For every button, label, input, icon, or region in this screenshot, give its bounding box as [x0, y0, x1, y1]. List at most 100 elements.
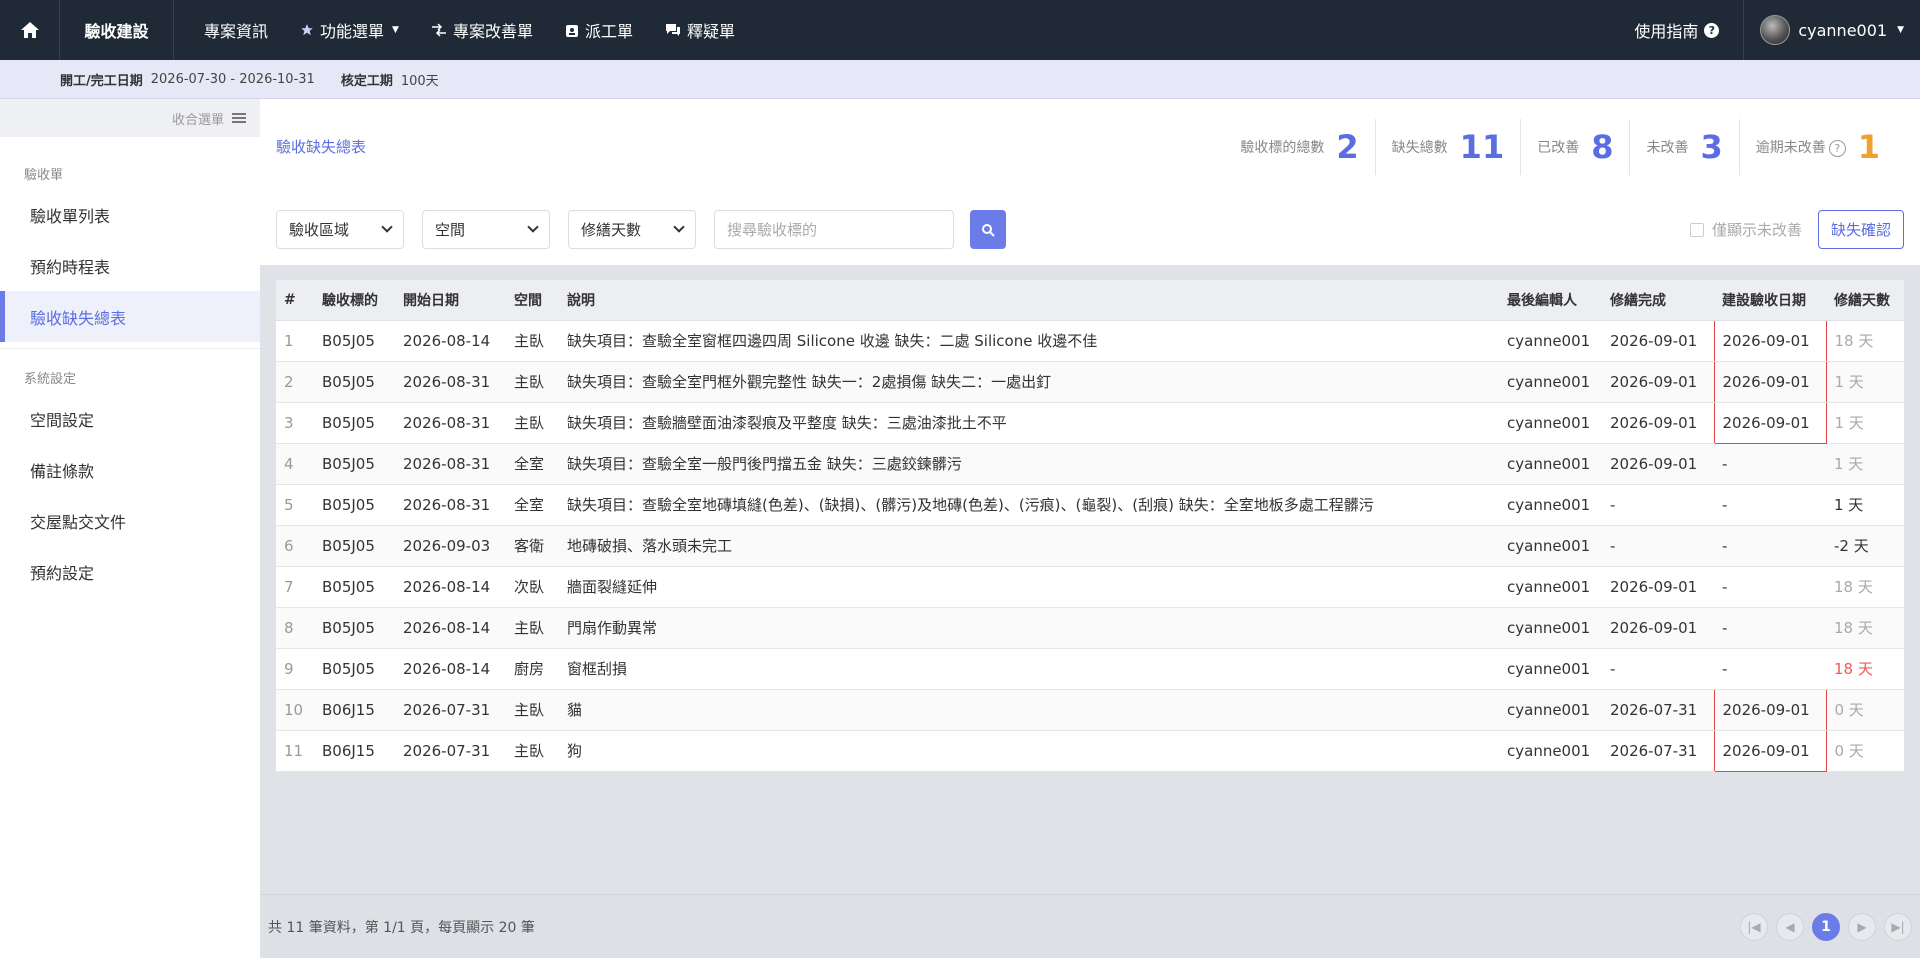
row-space: 次臥	[506, 566, 559, 608]
repair-days-select[interactable]: 修繕天數	[568, 210, 696, 249]
row-editor: cyanne001	[1499, 443, 1602, 485]
search-input[interactable]	[714, 210, 954, 249]
sidebar-item-defect-summary[interactable]: 驗收缺失總表	[0, 291, 260, 342]
nav-project-info[interactable]: 專案資訊	[188, 0, 284, 60]
row-index: 7	[276, 566, 314, 608]
sidebar-item-handover-docs[interactable]: 交屋點交文件	[0, 495, 260, 546]
row-target: B05J05	[314, 484, 395, 526]
col-start-date: 開始日期	[395, 280, 506, 321]
row-description: 貓	[559, 689, 1499, 731]
row-editor: cyanne001	[1499, 648, 1602, 690]
row-index: 5	[276, 484, 314, 526]
row-space: 廚房	[506, 648, 559, 690]
table-row[interactable]: 6 B05J05 2026-09-03 客衛 地磚破損、落水頭未完工 cyanne001-…	[276, 525, 1904, 567]
row-space: 主臥	[506, 320, 559, 362]
stat-label-text: 逾期未改善	[1755, 139, 1826, 156]
row-start-date: 2026-08-14	[395, 648, 506, 690]
nav-clarification[interactable]: 釋疑單	[649, 0, 751, 60]
row-description: 缺失項目：查驗全室一般門後門擋五金 缺失：三處鉸鍊髒污	[559, 443, 1499, 485]
star-icon	[301, 24, 313, 36]
row-space: 客衛	[506, 525, 559, 567]
first-page-button[interactable]: |◀	[1740, 912, 1768, 941]
stat-value: 1	[1857, 127, 1880, 166]
caret-down-icon: ▼	[1897, 25, 1904, 35]
user-menu[interactable]: cyanne001 ▼	[1744, 15, 1904, 45]
row-repair-days: 0 天	[1826, 689, 1904, 731]
table-row[interactable]: 1 B05J05 2026-08-14 主臥 缺失項目：查驗全室窗框四邊四周 Silic…	[276, 319, 1904, 362]
divider	[0, 348, 260, 349]
sidebar-item-remarks[interactable]: 備註條款	[0, 444, 260, 495]
last-page-button[interactable]: ▶|	[1884, 912, 1912, 941]
swap-check-icon	[431, 23, 446, 37]
row-space: 主臥	[506, 689, 559, 731]
project-info-bar: 開工/完工日期 2026-07-30 - 2026-10-31 核定工期 100…	[0, 60, 1920, 99]
caret-down-icon: ▼	[392, 25, 399, 35]
chevron-down-icon	[527, 221, 539, 233]
row-space: 全室	[506, 443, 559, 485]
table-row[interactable]: 5 B05J05 2026-08-31 全室 缺失項目：查驗全室地磚填縫(色差)、(缺損…	[276, 484, 1904, 526]
search-button[interactable]	[970, 210, 1006, 249]
row-editor: cyanne001	[1499, 320, 1602, 362]
guide-label: 使用指南	[1634, 22, 1699, 41]
sidebar-item-space-settings[interactable]: 空間設定	[0, 393, 260, 444]
nav-improvement[interactable]: 專案改善單	[415, 0, 549, 60]
brand-title[interactable]: 驗收建設	[60, 0, 174, 60]
row-description: 地磚破損、落水頭未完工	[559, 525, 1499, 567]
row-repair-done: -	[1602, 648, 1714, 690]
checkbox[interactable]	[1689, 222, 1704, 237]
sidebar-item-booking-settings[interactable]: 預約設定	[0, 546, 260, 597]
page-button[interactable]: 1	[1812, 912, 1840, 941]
user-guide-link[interactable]: 使用指南 ?	[1610, 18, 1743, 42]
col-description: 說明	[559, 280, 1499, 321]
chevron-down-icon	[381, 221, 393, 233]
row-index: 4	[276, 443, 314, 485]
row-target: B06J15	[314, 689, 395, 731]
table-row[interactable]: 2 B05J05 2026-08-31 主臥 缺失項目：查驗全室門框外觀完整性 缺失一：…	[276, 361, 1904, 403]
row-index: 10	[276, 689, 314, 731]
row-space: 主臥	[506, 402, 559, 444]
table-row[interactable]: 11 B06J15 2026-07-31 主臥狗 cyanne001 2026-07-31…	[276, 730, 1904, 772]
row-start-date: 2026-08-14	[395, 320, 506, 362]
space-select[interactable]: 空間	[422, 210, 550, 249]
stat-value: 2	[1336, 127, 1359, 166]
table-row[interactable]: 9 B05J05 2026-08-14 廚房 窗框刮損 cyanne001- -18 天	[276, 648, 1904, 690]
defect-table: # 驗收標的 開始日期 空間 說明 最後編輯人 修繕完成 建設驗收日期 修繕天數…	[276, 280, 1904, 772]
sidebar-item-schedule[interactable]: 預約時程表	[0, 240, 260, 291]
table-row[interactable]: 7 B05J05 2026-08-14 次臥 牆面裂縫延伸 cyanne001 2026-0…	[276, 566, 1904, 608]
row-acceptance-date: 2026-09-01	[1713, 402, 1827, 444]
prev-page-button[interactable]: ◀	[1776, 912, 1804, 941]
table-row[interactable]: 4 B05J05 2026-08-31 全室 缺失項目：查驗全室一般門後門擋五金 缺失：…	[276, 443, 1904, 485]
table-row[interactable]: 8 B05J05 2026-08-14 主臥 門扇作動異常 cyanne001 2026-0…	[276, 607, 1904, 649]
row-description: 缺失項目：查驗全室地磚填縫(色差)、(缺損)、(髒污)及地磚(色差)、(污痕)、…	[559, 484, 1499, 526]
row-repair-days: 1 天	[1826, 361, 1904, 403]
nav-dispatch[interactable]: 派工單	[549, 0, 649, 60]
row-repair-done: -	[1602, 525, 1714, 567]
table-row[interactable]: 3 B05J05 2026-08-31 主臥 缺失項目：查驗牆壁面油漆裂痕及平整度 缺失…	[276, 402, 1904, 444]
filter-right: 僅顯示未改善 缺失確認	[1689, 210, 1920, 249]
row-repair-done: 2026-09-01	[1602, 402, 1714, 444]
row-repair-days: 1 天	[1826, 443, 1904, 485]
row-start-date: 2026-07-31	[395, 689, 506, 731]
sidebar-item-acceptance-list[interactable]: 驗收單列表	[0, 189, 260, 240]
row-index: 1	[276, 320, 314, 362]
table-row[interactable]: 10 B06J15 2026-07-31 主臥貓 cyanne001 2026-07-31…	[276, 688, 1904, 731]
stats: 驗收標的總數 2 缺失總數 11 已改善 8 未改善 3 逾期未改善? 1	[1224, 118, 1920, 175]
row-acceptance-date: 2026-09-01	[1713, 688, 1827, 731]
area-select[interactable]: 驗收區域	[276, 210, 404, 249]
question-icon[interactable]: ?	[1828, 139, 1846, 157]
col-acceptance-date: 建設驗收日期	[1714, 280, 1826, 321]
duration-label: 核定工期	[340, 73, 393, 89]
next-page-button[interactable]: ▶	[1848, 912, 1876, 941]
home-button[interactable]	[0, 0, 60, 60]
only-unimproved-toggle[interactable]: 僅顯示未改善	[1689, 219, 1802, 240]
table-header-row: # 驗收標的 開始日期 空間 說明 最後編輯人 修繕完成 建設驗收日期 修繕天數	[276, 280, 1904, 321]
stat-label: 驗收標的總數	[1240, 139, 1325, 156]
row-repair-days: 18 天	[1826, 648, 1904, 690]
row-target: B05J05	[314, 648, 395, 690]
nav-function-menu[interactable]: 功能選單 ▼	[284, 0, 415, 60]
confirm-defects-button[interactable]: 缺失確認	[1817, 210, 1904, 249]
row-start-date: 2026-08-31	[395, 361, 506, 403]
collapse-menu-button[interactable]: 收合選單	[0, 99, 260, 137]
row-acceptance-date: -	[1714, 648, 1826, 690]
row-target: B05J05	[314, 607, 395, 649]
